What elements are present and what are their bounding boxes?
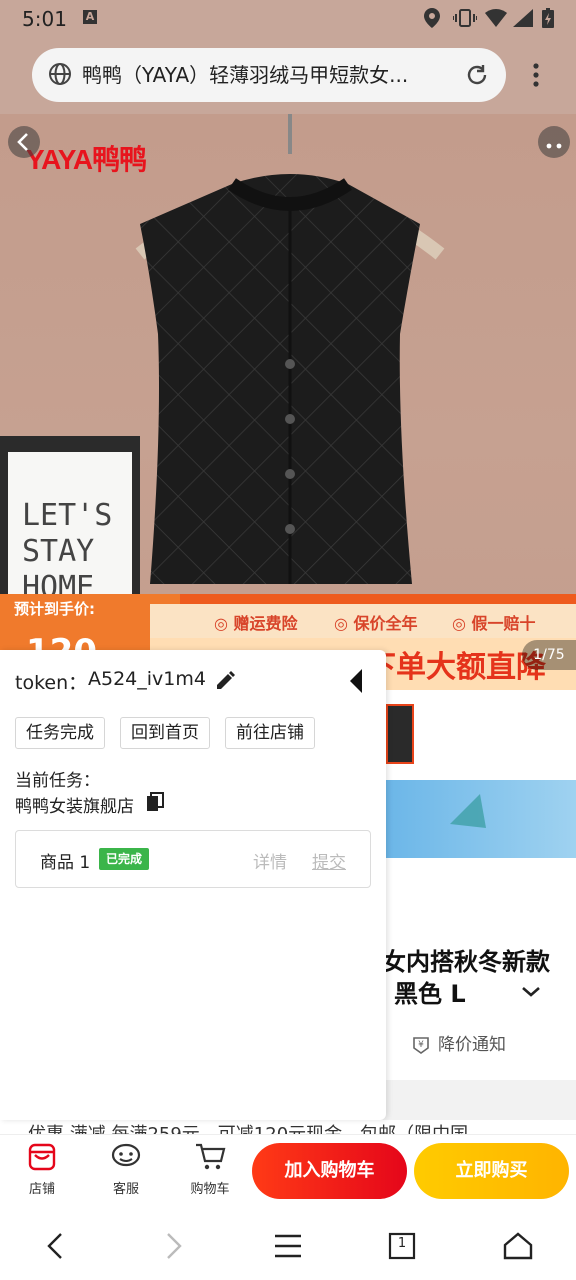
status-badge: 已完成 <box>99 848 150 870</box>
perk-item: ◎ 保价全年 <box>334 614 418 633</box>
buy-now-button[interactable]: 立即购买 <box>414 1143 569 1199</box>
vibrate-icon <box>452 6 478 30</box>
store-icon <box>28 1143 56 1171</box>
signal-icon <box>512 6 534 30</box>
wifi-icon <box>484 6 508 30</box>
cart-icon <box>196 1143 226 1170</box>
globe-icon <box>48 62 72 86</box>
notification-icon: A <box>83 10 97 24</box>
cart-button[interactable]: 购物车 <box>180 1140 240 1200</box>
status-time: 5:01 <box>22 7 67 31</box>
submit-link[interactable]: 提交 <box>312 848 346 873</box>
chevron-down-icon[interactable] <box>520 980 542 1004</box>
more-options-button[interactable] <box>538 126 570 158</box>
frame-text: LET'S STAY HOME <box>22 498 113 605</box>
tab-count: 1 <box>397 1236 407 1251</box>
cart-label: 购物车 <box>190 1182 230 1197</box>
item-name: 商品 1 <box>40 853 91 873</box>
brand-logo: YAYA鸭鸭 <box>26 144 147 175</box>
browser-menu-icon[interactable] <box>524 60 548 90</box>
copy-icon[interactable] <box>146 792 164 812</box>
price-tag-icon: ¥ <box>413 1036 429 1054</box>
task-complete-button[interactable]: 任务完成 <box>15 717 105 749</box>
token-value: A524_iv1m4 <box>88 668 206 690</box>
nav-tabs-icon[interactable]: 1 <box>384 1228 420 1264</box>
nav-back-icon[interactable] <box>38 1228 74 1264</box>
add-to-cart-button[interactable]: 加入购物车 <box>252 1143 407 1199</box>
nav-menu-icon[interactable] <box>270 1228 306 1264</box>
perk-item: ◎ 赠运费险 <box>214 614 298 633</box>
edit-icon[interactable] <box>214 670 236 692</box>
service-button[interactable]: 客服 <box>96 1140 156 1200</box>
back-button[interactable] <box>8 126 40 158</box>
nav-home-icon[interactable] <box>500 1228 536 1264</box>
token-label: token： <box>15 672 88 694</box>
store-button[interactable]: 店铺 <box>12 1140 72 1200</box>
store-label: 店铺 <box>28 1182 55 1197</box>
svg-text:¥: ¥ <box>418 1040 424 1050</box>
address-text[interactable]: 鸭鸭（YAYA）轻薄羽绒马甲短款女... <box>82 60 452 90</box>
service-label: 客服 <box>112 1182 139 1197</box>
sku-thumbnail[interactable] <box>386 704 414 764</box>
image-pager: 1/75 <box>522 640 576 670</box>
reload-icon[interactable] <box>464 62 490 88</box>
detail-link[interactable]: 详情 <box>253 848 287 873</box>
current-task-label: 当前任务： <box>15 771 100 791</box>
price-notice-button[interactable]: ¥ 降价通知 <box>410 1030 506 1055</box>
battery-icon <box>540 6 556 30</box>
shop-name: 鸭鸭女装旗舰店 <box>15 797 134 817</box>
go-to-store-button[interactable]: 前往店铺 <box>225 717 315 749</box>
chat-icon <box>111 1143 141 1167</box>
perk-item: ◎ 假一赔十 <box>452 614 536 633</box>
expected-price-label: 预计到手价: <box>14 600 95 618</box>
promo-card[interactable] <box>384 780 576 858</box>
home-button[interactable]: 回到首页 <box>120 717 210 749</box>
location-icon <box>422 6 442 30</box>
collapse-icon[interactable] <box>346 668 366 694</box>
nav-forward-icon[interactable] <box>155 1228 191 1264</box>
promo-text: 下单大额直降 <box>366 650 546 685</box>
